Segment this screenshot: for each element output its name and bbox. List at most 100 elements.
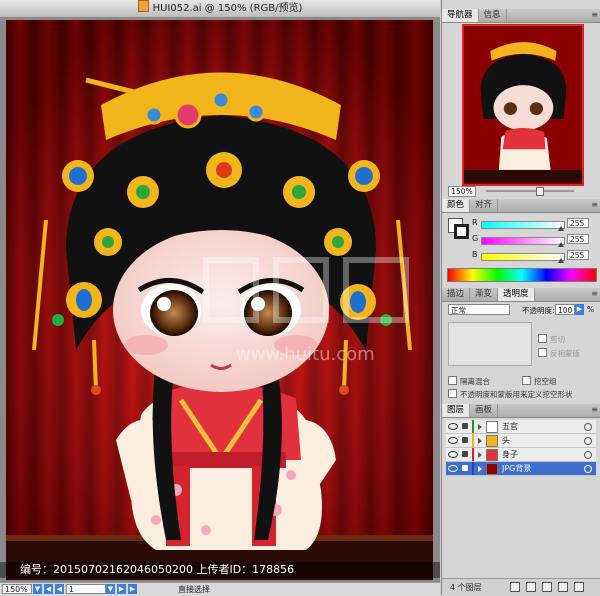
checkbox-box[interactable] bbox=[448, 376, 457, 385]
document-statusbar: 150% ▼ ◀ ◀ 1 ▼ ▶ ▶ 直接选择 bbox=[0, 582, 440, 596]
isolate-blending-checkbox[interactable]: 隔离混合 bbox=[448, 376, 490, 387]
page-number-field[interactable]: 1 bbox=[66, 584, 106, 594]
knockout-group-checkbox[interactable]: 挖空组 bbox=[522, 376, 557, 387]
first-page-icon[interactable]: ◀ bbox=[55, 584, 64, 594]
color-slider-g[interactable]: G 255 bbox=[448, 234, 598, 247]
channel-track[interactable] bbox=[481, 221, 565, 229]
tab-artboards[interactable]: 画板 bbox=[470, 404, 499, 417]
clip-checkbox[interactable]: 剪切 bbox=[538, 334, 565, 345]
channel-value[interactable]: 255 bbox=[567, 250, 589, 260]
visibility-eye-icon[interactable] bbox=[448, 423, 458, 430]
transparency-tabs: 描边 渐变 透明度 ≡ bbox=[442, 288, 600, 302]
expand-arrow-icon[interactable] bbox=[478, 452, 482, 458]
channel-label: R bbox=[472, 218, 478, 227]
channel-track[interactable] bbox=[481, 253, 565, 261]
tab-gradient[interactable]: 渐变 bbox=[470, 288, 499, 301]
color-spectrum-bar[interactable] bbox=[447, 268, 597, 282]
color-slider-b[interactable]: B 255 bbox=[448, 250, 598, 263]
opacity-field[interactable]: 100 bbox=[555, 304, 575, 315]
tab-layers[interactable]: 图层 bbox=[442, 404, 471, 417]
navigator-thumbnail[interactable] bbox=[462, 24, 584, 186]
color-slider-r[interactable]: R 255 bbox=[448, 218, 598, 231]
document-titlebar[interactable]: HUI052.ai @ 150% (RGB/预览) bbox=[0, 0, 440, 18]
artboard-canvas[interactable]: www.huitu.com bbox=[6, 20, 433, 580]
expand-arrow-icon[interactable] bbox=[478, 424, 482, 430]
page-dropdown-icon[interactable]: ▼ bbox=[106, 584, 115, 594]
checkbox-label: 隔离混合 bbox=[460, 377, 490, 386]
expand-arrow-icon[interactable] bbox=[478, 438, 482, 444]
layer-name[interactable]: 五官 bbox=[502, 420, 518, 433]
zoom-dropdown-icon[interactable]: ▼ bbox=[33, 584, 42, 594]
layer-thumbnail bbox=[486, 435, 498, 447]
channel-value[interactable]: 255 bbox=[567, 234, 589, 244]
layer-target-icon[interactable] bbox=[584, 451, 592, 459]
new-layer-icon[interactable] bbox=[558, 582, 568, 592]
prev-page-icon[interactable]: ◀ bbox=[44, 584, 53, 594]
lock-icon[interactable] bbox=[462, 437, 468, 443]
new-sublayer-icon[interactable] bbox=[542, 582, 552, 592]
navigator-zoom-field[interactable]: 150% bbox=[448, 186, 476, 197]
channel-handle[interactable] bbox=[558, 226, 564, 231]
channel-label: G bbox=[472, 234, 479, 243]
panel-menu-icon[interactable]: ≡ bbox=[591, 200, 598, 209]
layer-color-bar bbox=[472, 448, 474, 461]
layer-name[interactable]: JPG背景 bbox=[502, 462, 531, 475]
layer-name[interactable]: 头 bbox=[502, 434, 510, 447]
checkbox-box[interactable] bbox=[448, 389, 457, 398]
channel-handle[interactable] bbox=[558, 242, 564, 247]
layer-name[interactable]: 身子 bbox=[502, 448, 518, 461]
lock-icon[interactable] bbox=[462, 451, 468, 457]
trash-icon[interactable] bbox=[574, 582, 584, 592]
channel-track[interactable] bbox=[481, 237, 565, 245]
visibility-eye-icon[interactable] bbox=[448, 465, 458, 472]
checkbox-box[interactable] bbox=[522, 376, 531, 385]
checkbox-label: 反相蒙版 bbox=[550, 349, 580, 358]
layer-target-icon[interactable] bbox=[584, 465, 592, 473]
channel-label: B bbox=[472, 250, 478, 259]
layer-target-icon[interactable] bbox=[584, 437, 592, 445]
artwork-illustration bbox=[6, 20, 433, 580]
checkbox-box[interactable] bbox=[538, 334, 547, 343]
layer-target-icon[interactable] bbox=[584, 423, 592, 431]
layer-row[interactable]: 身子 bbox=[446, 448, 596, 462]
tab-info[interactable]: 信息 bbox=[479, 9, 507, 22]
layer-row-selected[interactable]: JPG背景 bbox=[446, 462, 596, 476]
navigator-zoom-slider[interactable] bbox=[486, 187, 574, 196]
next-page-icon[interactable]: ▶ bbox=[117, 584, 126, 594]
panel-menu-icon[interactable]: ≡ bbox=[591, 10, 598, 19]
opacity-dropdown-icon[interactable]: ▶ bbox=[575, 304, 584, 315]
status-text[interactable]: 直接选择 bbox=[178, 583, 210, 596]
lock-icon[interactable] bbox=[462, 423, 468, 429]
zoom-slider-handle[interactable] bbox=[536, 187, 544, 196]
layer-row[interactable]: 五官 bbox=[446, 420, 596, 434]
illustrator-file-icon bbox=[137, 0, 149, 12]
layer-thumbnail bbox=[486, 449, 498, 461]
panel-menu-icon[interactable]: ≡ bbox=[591, 289, 598, 298]
locate-object-icon[interactable] bbox=[510, 582, 520, 592]
layer-thumbnail bbox=[486, 463, 498, 475]
layer-row[interactable]: 头 bbox=[446, 434, 596, 448]
layer-color-bar bbox=[472, 434, 474, 447]
channel-value[interactable]: 255 bbox=[567, 218, 589, 228]
visibility-eye-icon[interactable] bbox=[448, 451, 458, 458]
last-page-icon[interactable]: ▶ bbox=[128, 584, 137, 594]
clipping-mask-icon[interactable] bbox=[526, 582, 536, 592]
blend-mode-select[interactable]: 正常 bbox=[448, 304, 510, 315]
lock-icon[interactable] bbox=[462, 465, 468, 471]
tab-navigator[interactable]: 导航器 bbox=[442, 9, 479, 22]
color-tabs: 颜色 对齐 ≡ bbox=[442, 199, 600, 213]
tab-stroke[interactable]: 描边 bbox=[442, 288, 471, 301]
tab-transparency[interactable]: 透明度 bbox=[498, 288, 535, 301]
expand-arrow-icon[interactable] bbox=[478, 466, 482, 472]
zoom-level-field[interactable]: 150% bbox=[2, 584, 32, 594]
invert-mask-checkbox[interactable]: 反相蒙版 bbox=[538, 348, 580, 359]
panel-menu-icon[interactable]: ≡ bbox=[591, 405, 598, 414]
opacity-mask-preview[interactable] bbox=[448, 322, 532, 366]
opacity-mask-knockout-checkbox[interactable]: 不透明度和蒙版用来定义挖空形状 bbox=[448, 389, 573, 400]
tab-align[interactable]: 对齐 bbox=[470, 199, 499, 212]
tab-color[interactable]: 颜色 bbox=[442, 199, 471, 212]
checkbox-box[interactable] bbox=[538, 348, 547, 357]
document-title: HUI052.ai @ 150% (RGB/预览) bbox=[152, 3, 303, 14]
channel-handle[interactable] bbox=[558, 258, 564, 263]
visibility-eye-icon[interactable] bbox=[448, 437, 458, 444]
